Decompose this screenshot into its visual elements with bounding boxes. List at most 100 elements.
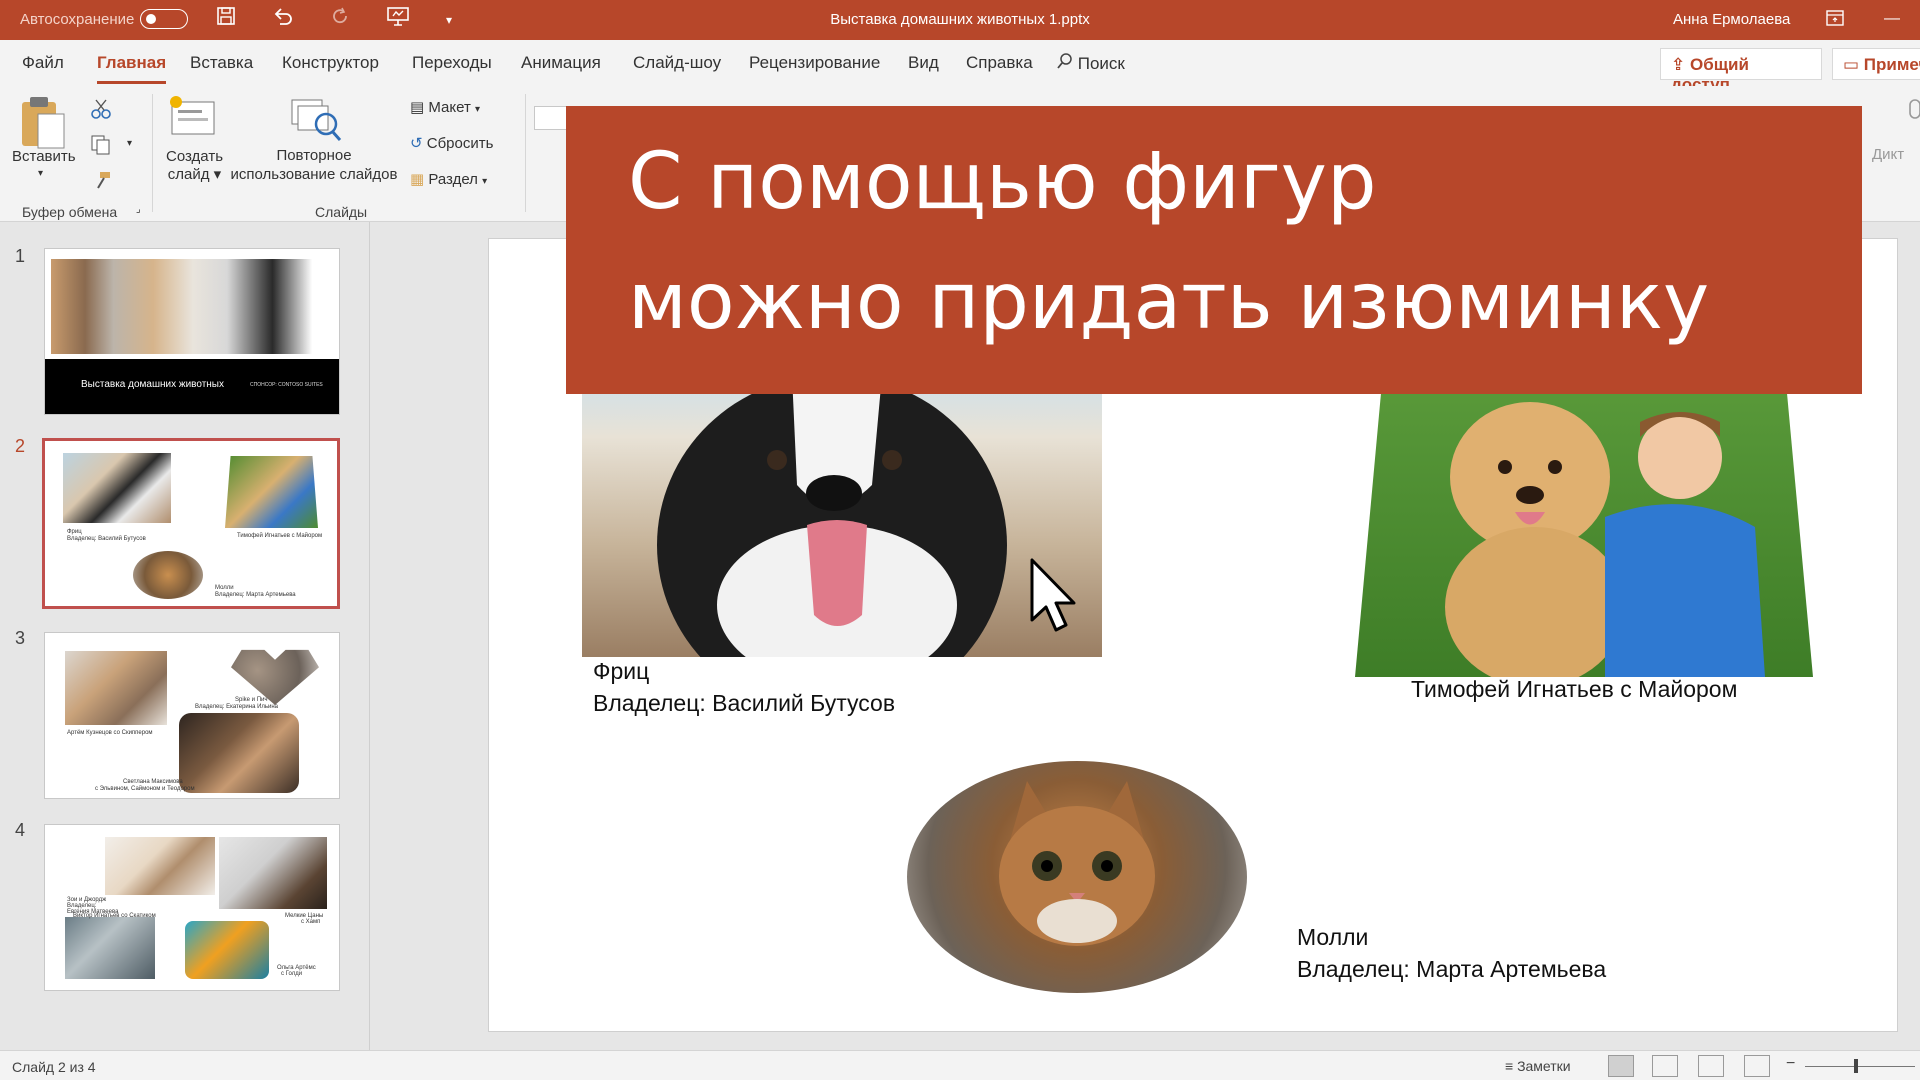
mouse-cursor-icon — [1030, 558, 1078, 639]
zoom-slider[interactable] — [1805, 1066, 1915, 1067]
caption-kitten-owner: Владелец: Марта Артемьева — [1297, 956, 1607, 982]
slide-thumbnail-3[interactable]: Артём Кузнецов со Скиппером Spike и Пич … — [44, 632, 340, 799]
man-cat-living-photo — [65, 917, 155, 979]
reading-view-button[interactable] — [1698, 1055, 1724, 1077]
reset-button[interactable]: ↺ Сбросить — [410, 134, 493, 152]
slide-sorter-button[interactable] — [1652, 1055, 1678, 1077]
reuse-slides-icon[interactable] — [290, 96, 342, 148]
kitten-photo — [133, 551, 203, 599]
title-bar: Автосохранение ▾ Выставка домашних живот… — [0, 0, 1920, 40]
slide-thumbnails-pane: 1 Выставка домашних животных СПОНСОР: CO… — [0, 222, 370, 1050]
caption-dog[interactable]: Фриц Владелец: Василий Бутусов — [593, 655, 895, 719]
reuse-label-2: использование слайдов — [230, 166, 398, 183]
ribbon-separator — [525, 94, 526, 212]
new-slide-button[interactable]: Создать слайд ▾ — [166, 148, 223, 184]
thumb-text: Молли — [215, 585, 234, 591]
comments-label: Примеч — [1863, 55, 1920, 74]
copy-dropdown-icon[interactable]: ▾ — [127, 138, 132, 149]
user-name[interactable]: Анна Ермолаева — [1673, 11, 1790, 28]
thumb-text: Тимофей Игнатьев с Майором — [237, 533, 323, 539]
search-icon — [1057, 53, 1078, 73]
thumb-text: Виктор Игнатьев со Скатиком — [73, 913, 156, 919]
tab-animations[interactable]: Анимация — [521, 53, 601, 73]
thumb-title: Выставка домашних животных — [81, 379, 224, 390]
microphone-icon[interactable] — [1907, 98, 1920, 132]
vet-cat-photo — [105, 837, 215, 895]
thumb-text: с Голди — [281, 971, 303, 977]
format-painter-icon[interactable] — [92, 170, 112, 194]
share-icon: ⇪ — [1671, 55, 1686, 74]
woman-kittens-photo — [179, 713, 299, 793]
ribbon-display-icon[interactable] — [1826, 9, 1844, 32]
notes-label: Заметки — [1517, 1058, 1571, 1074]
thumb-text: с Эльвином, Саймоном и Теодором — [95, 786, 195, 792]
tab-view[interactable]: Вид — [908, 53, 939, 73]
layout-label: Макет — [428, 99, 471, 116]
caption-kitten-name: Молли — [1297, 924, 1369, 950]
kitten-illustration — [999, 781, 1155, 946]
slide-counter: Слайд 2 из 4 — [12, 1059, 96, 1075]
dog-photo[interactable] — [582, 375, 1102, 657]
tab-review[interactable]: Рецензирование — [749, 53, 880, 73]
slide-thumbnail-1[interactable]: Выставка домашних животных СПОНСОР: CONT… — [44, 248, 340, 415]
tab-transitions[interactable]: Переходы — [412, 53, 492, 73]
caption-boy-dog[interactable]: Тимофей Игнатьев с Майором — [1411, 673, 1737, 705]
boy-dog-photo[interactable] — [1355, 377, 1813, 677]
man-cat-photo — [65, 651, 167, 725]
clipboard-launcher-icon[interactable]: ⌟ — [136, 204, 141, 215]
document-title: Выставка домашних животных 1.pptx — [830, 11, 1090, 28]
tab-insert[interactable]: Вставка — [190, 53, 253, 73]
reuse-label-1: Повторное — [276, 147, 352, 164]
reset-label: Сбросить — [426, 135, 494, 152]
reuse-slides-button[interactable]: Повторное использование слайдов — [230, 146, 398, 184]
slide-thumbnail-4[interactable]: Зои и Джордж Владелец: Евгения Матвеева … — [44, 824, 340, 991]
layout-icon: ▤ — [410, 99, 425, 116]
dictate-button[interactable]: Дикт — [1872, 146, 1904, 163]
layout-button[interactable]: ▤ Макет ▾ — [410, 98, 480, 116]
boy-dog-illustration — [1445, 402, 1765, 677]
normal-view-button[interactable] — [1608, 1055, 1634, 1077]
thumb-text: Светлана Максимова — [123, 779, 183, 785]
caption-dog-owner: Владелец: Василий Бутусов — [593, 690, 896, 716]
minimize-icon[interactable]: — — [1884, 10, 1900, 28]
search-label: Поиск — [1077, 54, 1125, 73]
tab-design[interactable]: Конструктор — [282, 53, 379, 73]
paste-icon[interactable] — [18, 94, 68, 154]
cut-icon[interactable] — [90, 98, 112, 124]
copy-icon[interactable] — [90, 134, 112, 160]
tab-slideshow[interactable]: Слайд-шоу — [633, 53, 721, 73]
banner-line-2: можно придать изюминку — [628, 257, 1710, 347]
tab-home[interactable]: Главная — [97, 53, 167, 84]
thumb-text: Spike и Пич — [235, 697, 268, 703]
paste-button[interactable]: Вставить — [12, 148, 76, 165]
tab-file[interactable]: Файл — [22, 53, 64, 73]
notes-button[interactable]: ≡ Заметки — [1505, 1058, 1571, 1074]
comments-button[interactable]: ▭ Примеч — [1832, 48, 1920, 80]
search-box[interactable]: Поиск — [1057, 53, 1125, 74]
zoom-out-icon[interactable]: − — [1786, 1055, 1795, 1073]
thumb-number: 1 — [15, 246, 26, 266]
slide-thumbnail-2[interactable]: Фриц Владелец: Василий Бутусов Тимофей И… — [42, 438, 340, 609]
caption-kitten[interactable]: Молли Владелец: Марта Артемьева — [1297, 921, 1606, 985]
notes-icon: ≡ — [1505, 1058, 1514, 1074]
paste-dropdown-icon[interactable]: ▾ — [38, 168, 43, 179]
new-slide-icon[interactable] — [168, 94, 218, 146]
slideshow-view-button[interactable] — [1744, 1055, 1770, 1077]
thumb-text: Артём Кузнецов со Скиппером — [67, 730, 153, 736]
caption-dog-name: Фриц — [593, 658, 650, 684]
zoom-slider-handle[interactable] — [1854, 1059, 1858, 1073]
tab-help[interactable]: Справка — [966, 53, 1033, 73]
dog-illustration — [657, 375, 1007, 657]
thumb-text: с Хамп — [301, 919, 321, 925]
ribbon-tabs: Файл Главная Вставка Конструктор Переход… — [0, 40, 1920, 94]
section-icon: ▦ — [410, 171, 425, 188]
thumb-text: Фриц — [67, 529, 82, 535]
thumb-number: 4 — [15, 820, 26, 840]
new-slide-label-1: Создать — [166, 148, 224, 165]
share-button[interactable]: ⇪ Общий доступ — [1660, 48, 1822, 94]
thumb-text: Владелец: Василий Бутусов — [67, 536, 146, 542]
kitten-photo[interactable] — [907, 761, 1247, 993]
thumb-text: Владелец: Екатерина Ильина — [195, 704, 279, 710]
section-button[interactable]: ▦ Раздел ▾ — [410, 170, 487, 188]
banner-line-1: С помощью фигур — [628, 137, 1377, 227]
